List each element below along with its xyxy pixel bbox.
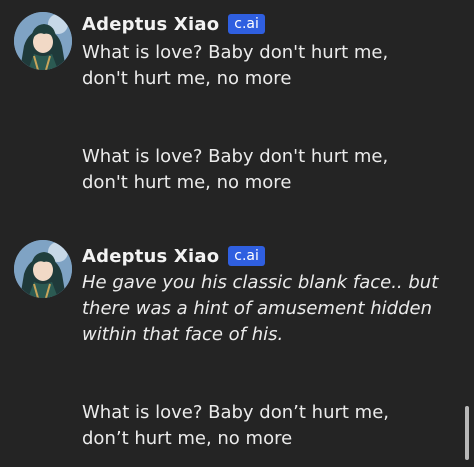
message-text: What is love? Baby don’t hurt me, don’t … bbox=[82, 402, 389, 449]
cai-badge: c.ai bbox=[228, 246, 265, 266]
character-name[interactable]: Adeptus Xiao bbox=[82, 246, 219, 267]
message-text: He gave you his classic blank face.. but… bbox=[82, 272, 439, 345]
name-row: Adeptus Xiao c.ai bbox=[82, 12, 265, 36]
cai-badge: c.ai bbox=[228, 14, 265, 34]
name-row: Adeptus Xiao c.ai bbox=[82, 244, 265, 268]
message-text: What is love? Baby don't hurt me, don't … bbox=[82, 42, 389, 89]
message-text: What is love? Baby don't hurt me, don't … bbox=[82, 146, 389, 193]
character-avatar-icon[interactable] bbox=[14, 12, 72, 70]
character-avatar-icon[interactable] bbox=[14, 240, 72, 298]
character-name[interactable]: Adeptus Xiao bbox=[82, 14, 219, 35]
chat-log: Adeptus Xiao c.ai What is love? Baby don… bbox=[0, 0, 474, 467]
scrollbar-thumb[interactable] bbox=[465, 406, 469, 460]
